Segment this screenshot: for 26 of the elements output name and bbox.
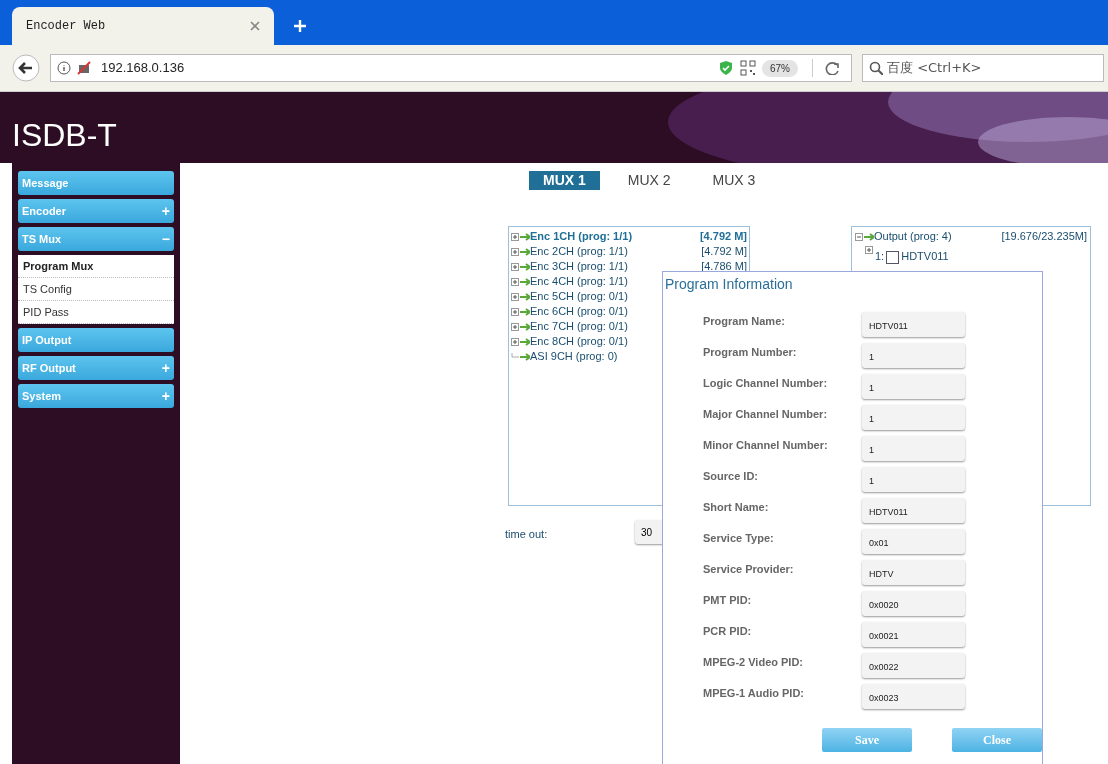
- field-label: Minor Channel Number:: [703, 438, 829, 453]
- field-label: Service Provider:: [703, 562, 795, 577]
- bitrate-text: [4.792 M]: [701, 244, 747, 260]
- expand-icon: +: [161, 200, 170, 222]
- tab-title: Encoder Web: [26, 18, 106, 35]
- field-label: Major Channel Number:: [703, 407, 829, 422]
- bitrate-text: [4.786 M]: [701, 259, 747, 275]
- field-label: Logic Channel Number:: [703, 376, 829, 391]
- timeout-label: time out:: [505, 527, 548, 542]
- field-label: Service Type:: [703, 531, 775, 546]
- field-label: MPEG-1 Audio PID:: [703, 686, 806, 701]
- field-label: PCR PID:: [703, 624, 753, 639]
- field-label: Program Name:: [703, 314, 786, 329]
- dialog-title: Program Information: [664, 275, 794, 294]
- field-label: Program Number:: [703, 345, 798, 360]
- field-label: Short Name:: [703, 500, 770, 515]
- field-label: Source ID:: [703, 469, 759, 484]
- expand-icon: +: [161, 357, 170, 379]
- field-label: PMT PID:: [703, 593, 753, 608]
- expand-icon: +: [161, 385, 170, 407]
- field-label: MPEG-2 Video PID:: [703, 655, 805, 670]
- program-index: 1:: [875, 248, 885, 264]
- bitrate-text: [4.792 M]: [699, 229, 747, 245]
- collapse-icon: −: [161, 228, 170, 250]
- header-title: ISDB-T: [12, 116, 117, 155]
- bitrate-text: [19.676/23.235M]: [1001, 229, 1087, 245]
